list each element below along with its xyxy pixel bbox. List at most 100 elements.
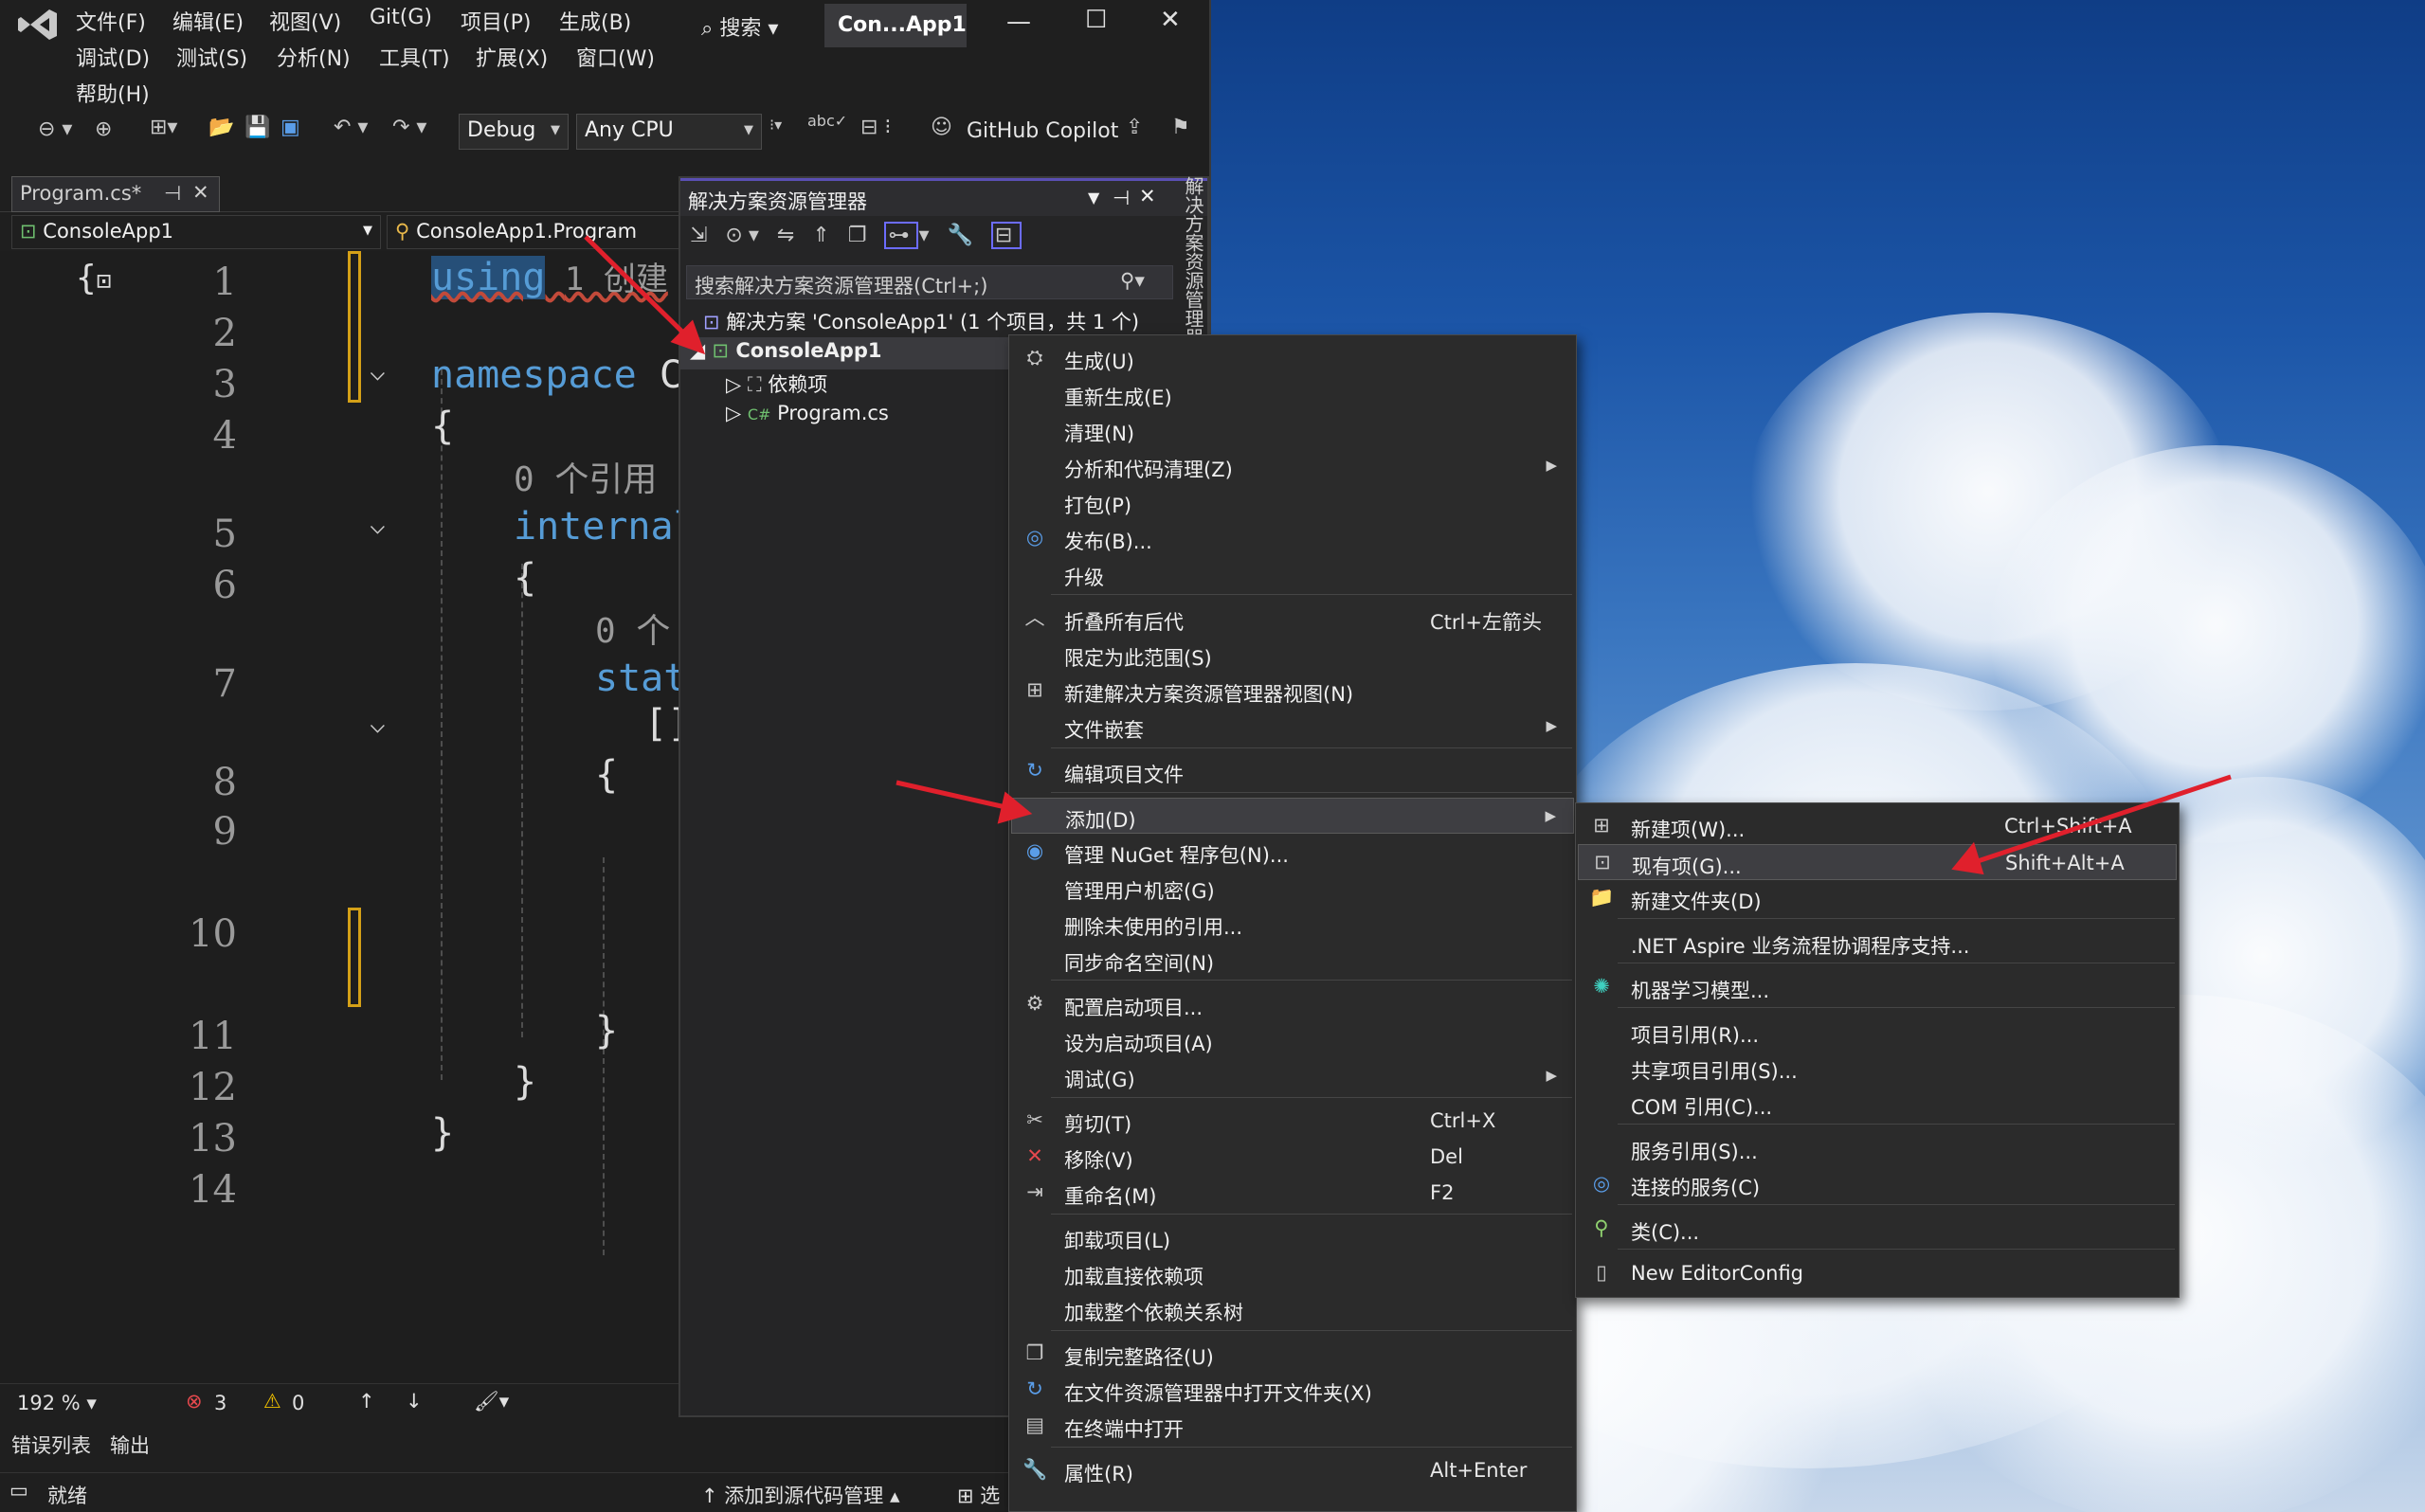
config-select[interactable]: Debug ▼	[459, 114, 569, 150]
solution-node[interactable]: ⊡ 解决方案 'ConsoleApp1' (1 个项目，共 1 个)	[703, 307, 1139, 335]
menu-item[interactable]: ▤ 在终端中打开	[1011, 1408, 1574, 1444]
menu-item[interactable]: ︿ 折叠所有后代 Ctrl+左箭头	[1011, 601, 1574, 637]
pin-icon[interactable]: ⊣	[164, 182, 181, 205]
repo-button[interactable]: ⊞ 选	[957, 1481, 1000, 1509]
fold-chevron-icon[interactable]: ⌵	[370, 355, 386, 387]
search-button[interactable]: ⌕ 搜索 ▾	[701, 11, 778, 42]
tab-output[interactable]: 输出	[110, 1431, 150, 1459]
se-search-input[interactable]: 搜索解决方案资源管理器(Ctrl+;)	[686, 265, 1173, 299]
error-count[interactable]: 3	[214, 1392, 226, 1414]
menu-item[interactable]: 文件嵌套 ▶	[1011, 709, 1574, 745]
menu-item[interactable]: 项目(P)	[461, 6, 531, 36]
menu-item[interactable]: ↻ 编辑项目文件	[1011, 753, 1574, 789]
menu-item[interactable]: ✺ 机器学习模型...	[1578, 969, 2177, 1005]
menu-item[interactable]: 视图(V)	[269, 6, 341, 36]
copilot-icon[interactable]: ☺	[931, 116, 952, 139]
menu-item[interactable]: ✂ 剪切(T) Ctrl+X	[1011, 1103, 1574, 1139]
dropdown-icon[interactable]: ▼	[1088, 189, 1099, 207]
menu-item[interactable]: ⇥ 重命名(M) F2	[1011, 1175, 1574, 1211]
platform-select[interactable]: Any CPU ▼	[576, 114, 762, 150]
deps-node[interactable]: ▷ ⛶ 依赖项	[726, 369, 827, 398]
warning-icon[interactable]: ⚠	[263, 1390, 281, 1413]
menu-item[interactable]: ⊞ 新建解决方案资源管理器视图(N)	[1011, 673, 1574, 709]
next-icon[interactable]: ↓	[406, 1390, 423, 1413]
menu-item[interactable]: ◎ 连接的服务(C)	[1578, 1166, 2177, 1202]
menu-item[interactable]: ⚲ 类(C)...	[1578, 1211, 2177, 1247]
menu-item[interactable]: .NET Aspire 业务流程协调程序支持...	[1578, 925, 2177, 961]
menu-item[interactable]: 调试(D)	[76, 42, 150, 72]
menu-item[interactable]: 窗口(W)	[576, 42, 655, 72]
menu-item[interactable]: 设为启动项目(A)	[1011, 1022, 1574, 1058]
menu-item[interactable]: COM 引用(C)...	[1578, 1086, 2177, 1122]
menu-item[interactable]: 📁 新建文件夹(D)	[1578, 880, 2177, 916]
menu-item[interactable]: 帮助(H)	[76, 78, 150, 108]
menu-item[interactable]: Git(G)	[370, 6, 432, 29]
menu-item[interactable]: ▯ New EditorConfig	[1578, 1255, 2177, 1291]
pin-icon[interactable]: ⊣	[1113, 187, 1130, 209]
close-window-button[interactable]: ✕	[1160, 6, 1181, 59]
menu-item[interactable]: 添加(D) ▶	[1011, 798, 1574, 834]
menu-item[interactable]: ❐ 复制完整路径(U)	[1011, 1336, 1574, 1372]
menu-item[interactable]: ⊡ 现有项(G)... Shift+Alt+A	[1578, 844, 2177, 880]
menu-item[interactable]: 测试(S)	[176, 42, 247, 72]
menu-item[interactable]: ✕ 移除(V) Del	[1011, 1139, 1574, 1175]
error-icon[interactable]: ⊗	[186, 1390, 203, 1413]
spell-icon[interactable]: abc✓	[807, 112, 847, 130]
source-control-button[interactable]: ↑ 添加到源代码管理 ▴	[701, 1481, 900, 1509]
minimize-button[interactable]: —	[1006, 8, 1031, 61]
menu-item[interactable]: 项目引用(R)...	[1578, 1014, 2177, 1050]
menu-item[interactable]: 升级	[1011, 556, 1574, 592]
project-nav-select[interactable]: ⊡ ConsoleApp1 ▼	[11, 215, 381, 249]
menu-item[interactable]: ◉ 管理 NuGet 程序包(N)...	[1011, 834, 1574, 870]
menu-item[interactable]: 共享项目引用(S)...	[1578, 1050, 2177, 1086]
menu-item[interactable]: 限定为此范围(S)	[1011, 637, 1574, 673]
share-icon[interactable]: ⇪	[1126, 116, 1143, 139]
open-icon[interactable]: 📂	[208, 116, 234, 139]
tab-program-cs[interactable]: Program.cs* ⊣ ✕	[11, 176, 220, 212]
menu-item[interactable]: ◎ 发布(B)...	[1011, 520, 1574, 556]
fold-chevron-icon[interactable]: ⌵	[370, 509, 386, 540]
se-toolbar[interactable]: ⇲ ⊙▾ ⇋ ⇑ ❐ ⊶ ▾ 🔧 ⊟	[690, 222, 1022, 249]
redo-icon[interactable]: ↷ ▾	[392, 116, 426, 139]
search-icon[interactable]: ⚲▾	[1120, 269, 1145, 292]
menu-item[interactable]: 服务引用(S)...	[1578, 1130, 2177, 1166]
fold-chevron-icon[interactable]: ⌵	[370, 708, 386, 739]
menu-item[interactable]: 分析(N)	[277, 42, 351, 72]
close-panel-icon[interactable]: ✕	[1139, 185, 1156, 207]
menu-item[interactable]: 同步命名空间(N)	[1011, 942, 1574, 978]
menu-item[interactable]: 清理(N)	[1011, 412, 1574, 448]
menu-item[interactable]: 工具(T)	[379, 42, 450, 72]
menu-item[interactable]: ↻ 在文件资源管理器中打开文件夹(X)	[1011, 1372, 1574, 1408]
code-editor[interactable]: {⊡ 1 2 3 4 5 6 7 8 9 10 11 12 13 14 ⌵ ⌵ ⌵ using 1 创建 …	[0, 251, 679, 1383]
brush-icon[interactable]: 🖌▾	[474, 1390, 509, 1413]
copilot-button[interactable]: GitHub Copilot	[967, 119, 1118, 143]
zoom-select[interactable]: 192 % ▾	[17, 1392, 97, 1414]
class-nav-select[interactable]: ⚲ ConsoleApp1.Program	[387, 215, 680, 249]
warning-count[interactable]: 0	[292, 1392, 304, 1414]
program-node[interactable]: ▷ C# Program.cs	[726, 402, 889, 424]
menu-item[interactable]: 加载整个依赖关系树	[1011, 1291, 1574, 1327]
save-icon[interactable]: 💾	[244, 116, 270, 139]
menu-item[interactable]: 调试(G) ▶	[1011, 1058, 1574, 1094]
new-project-icon[interactable]: ⊞▾	[150, 116, 177, 139]
breakpoint-icon[interactable]: ⊟ ⁝	[860, 116, 891, 139]
project-node[interactable]: ◢ ⊡ ConsoleApp1	[680, 337, 1014, 369]
tab-error-list[interactable]: 错误列表	[11, 1431, 91, 1459]
save-all-icon[interactable]: ▣	[281, 116, 300, 139]
close-tab-icon[interactable]: ✕	[192, 181, 209, 204]
maximize-button[interactable]: ☐	[1085, 6, 1107, 59]
menu-item[interactable]: 删除未使用的引用...	[1011, 906, 1574, 942]
undo-icon[interactable]: ↶ ▾	[334, 116, 368, 139]
menu-item[interactable]: 编辑(E)	[172, 6, 244, 36]
menu-item[interactable]: 生成(B)	[559, 6, 631, 36]
menu-item[interactable]: 扩展(X)	[476, 42, 548, 72]
menu-item[interactable]: ⚙ 配置启动项目...	[1011, 986, 1574, 1022]
prev-icon[interactable]: ↑	[358, 1390, 375, 1413]
menu-item[interactable]: 文件(F)	[76, 6, 146, 36]
menu-item[interactable]: ⊞ 新建项(W)... Ctrl+Shift+A	[1578, 808, 2177, 844]
menu-item[interactable]: 管理用户机密(G)	[1011, 870, 1574, 906]
menu-item[interactable]: 分析和代码清理(Z) ▶	[1011, 448, 1574, 484]
menu-item[interactable]: 加载直接依赖项	[1011, 1255, 1574, 1291]
forward-icon[interactable]: ⊕	[95, 117, 112, 141]
menu-item[interactable]: 打包(P)	[1011, 484, 1574, 520]
